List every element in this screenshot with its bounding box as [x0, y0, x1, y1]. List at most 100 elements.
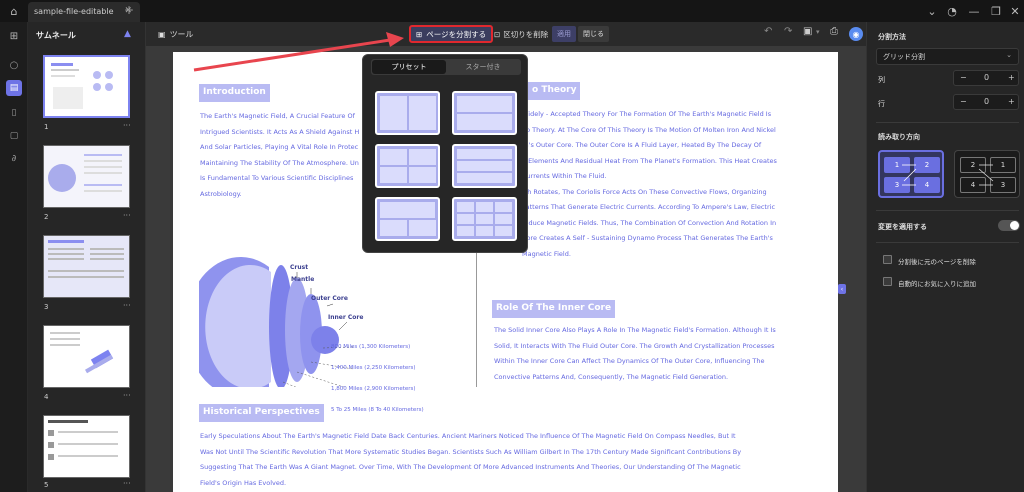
page-thumbnail-4[interactable]: [43, 325, 130, 388]
historical-text: Early Speculations About The Earth's Mag…: [200, 432, 742, 487]
toggle-knob: [1010, 221, 1019, 230]
delete-original-checkbox[interactable]: [883, 255, 892, 264]
plus-icon[interactable]: +: [1008, 73, 1015, 82]
layout-four-quadrants[interactable]: [375, 144, 440, 188]
layout-wide-top-two-bottom[interactable]: [375, 197, 440, 241]
account-icon[interactable]: ◔: [944, 3, 960, 19]
depth-label: 1,400 Miles (2,250 Kilometers): [331, 365, 416, 371]
page-thumbnail-1[interactable]: [43, 55, 130, 118]
attachment-icon[interactable]: ∂: [6, 151, 22, 167]
split-settings-panel: 分割方法 グリッド分割 ⌄ 列 − 0 + 行 − 0 + 読み取り方向 1 2…: [866, 22, 1024, 492]
undo-icon[interactable]: ↶: [764, 26, 772, 37]
layout-two-rows[interactable]: [452, 91, 517, 135]
page-number: 3: [44, 303, 49, 311]
split-method-label: 分割方法: [878, 33, 906, 41]
direction-arrows-icon: [978, 164, 994, 186]
ai-assistant-icon[interactable]: ◉: [849, 27, 863, 41]
chevron-down-icon[interactable]: ▾: [816, 28, 820, 36]
inner-core-label: Inner Core: [328, 314, 364, 321]
divider: [876, 122, 1019, 123]
depth-label: 1,800 Miles (2,900 Kilometers): [331, 386, 416, 392]
direction-arrows-icon: [902, 164, 917, 186]
depth-label: 5 To 25 Miles (8 To 40 Kilometers): [331, 407, 424, 413]
document-tab-title: sample-file-editable: [34, 7, 114, 16]
divider: [876, 242, 1019, 243]
reading-direction-z-option[interactable]: 1 2 3 4: [878, 150, 944, 198]
columns-label: 列: [878, 76, 885, 84]
apply-button[interactable]: 適用: [552, 26, 576, 42]
more-options-icon[interactable]: ···: [123, 211, 131, 220]
minus-icon[interactable]: −: [960, 97, 967, 106]
tab-starred[interactable]: スター付き: [446, 60, 520, 74]
divider: [876, 210, 1019, 211]
collapse-panel-handle[interactable]: ‹: [838, 284, 846, 294]
more-options-icon[interactable]: ···: [123, 121, 131, 130]
split-preset-popup: プリセット スター付き: [362, 54, 528, 253]
chevron-down-icon[interactable]: ⌄: [924, 3, 940, 19]
leader-line: [296, 371, 345, 387]
redo-icon[interactable]: ↷: [784, 26, 792, 37]
minus-icon[interactable]: −: [960, 73, 967, 82]
thumbnail-panel-title: サムネール: [36, 31, 76, 40]
columns-value: 0: [984, 73, 990, 82]
apply-changes-toggle[interactable]: [998, 220, 1020, 231]
remove-split-icon: ⊡: [494, 29, 501, 39]
auto-favorite-label: 自動的にお気に入りに追加: [898, 280, 976, 288]
chevron-down-icon: ⌄: [1006, 51, 1012, 59]
inner-core-text: The Solid Inner Core Also Plays A Role I…: [494, 326, 776, 381]
comment-icon[interactable]: ▢: [6, 128, 22, 144]
close-window-icon[interactable]: ✕: [1007, 3, 1023, 19]
thumbnail-panel: サムネール ▲ 1 ··· 2 ··· 3 ··· 4 ··· 5 ···: [28, 22, 146, 492]
mantle-label: Mantle: [291, 276, 315, 283]
minimize-icon[interactable]: —: [966, 3, 982, 19]
toolbox-icon: ▣: [158, 29, 166, 39]
rows-label: 行: [878, 100, 885, 108]
reading-direction-label: 読み取り方向: [878, 133, 920, 141]
split-method-select[interactable]: グリッド分割 ⌄: [876, 48, 1019, 65]
more-options-icon[interactable]: ···: [123, 301, 131, 310]
section-heading: Role Of The Inner Core: [492, 300, 616, 318]
bookmark-icon[interactable]: ▯: [6, 105, 22, 121]
page-thumbnail-5[interactable]: [43, 415, 130, 478]
preset-tab-switch: プリセット スター付き: [371, 59, 521, 75]
remove-split-label: 区切りを削除: [503, 29, 549, 39]
depth-label: 800 Miles (1,300 Kilometers): [331, 344, 411, 350]
layout-two-columns[interactable]: [375, 91, 440, 135]
page-thumbnails-icon[interactable]: ▤: [6, 80, 22, 96]
more-options-icon[interactable]: ···: [123, 479, 131, 488]
title-bar: ⌂ sample-file-editable ✕ + ⌄ ◔ — ❐ ✕: [0, 0, 1024, 22]
delete-original-label: 分割後に元のページを削除: [898, 258, 976, 266]
page-thumbnail-3[interactable]: [43, 235, 130, 298]
maximize-icon[interactable]: ❐: [988, 3, 1004, 19]
page-thumbnail-2[interactable]: [43, 145, 130, 208]
rows-stepper[interactable]: − 0 +: [953, 94, 1019, 110]
close-button[interactable]: 閉じる: [578, 26, 609, 42]
home-icon[interactable]: ⌂: [6, 3, 22, 19]
crust-label: Crust: [290, 264, 309, 271]
layout-three-by-three-grid[interactable]: [452, 197, 517, 241]
pin-icon[interactable]: ▲: [124, 29, 131, 39]
remove-split-button[interactable]: ⊡ 区切りを削除: [490, 26, 552, 42]
save-icon[interactable]: ▣: [803, 26, 812, 37]
split-page-button-label: ページを分割する: [426, 29, 487, 39]
section-heading: Historical Perspectives: [199, 404, 324, 422]
auto-favorite-checkbox[interactable]: [883, 277, 892, 286]
print-icon[interactable]: ⎙: [830, 26, 838, 37]
rows-value: 0: [984, 97, 990, 106]
dynamo-text: Widely - Accepted Theory For The Formati…: [522, 110, 777, 258]
leader-line: [338, 321, 348, 331]
page-number: 4: [44, 393, 49, 401]
plus-icon[interactable]: +: [1008, 97, 1015, 106]
grid-view-icon[interactable]: ⊞: [6, 28, 22, 44]
search-icon[interactable]: ○: [6, 57, 22, 73]
new-tab-icon[interactable]: +: [124, 3, 134, 17]
section-heading: o Theory: [528, 82, 581, 100]
columns-stepper[interactable]: − 0 +: [953, 70, 1019, 86]
split-page-button[interactable]: ⊞ ページを分割する: [409, 25, 494, 43]
layout-three-rows[interactable]: [452, 144, 517, 188]
apply-changes-label: 変更を適用する: [878, 223, 927, 231]
reading-direction-reverse-z-option[interactable]: 2 1 4 3: [954, 150, 1020, 198]
more-options-icon[interactable]: ···: [123, 391, 131, 400]
tab-preset[interactable]: プリセット: [372, 60, 446, 74]
page-number: 2: [44, 213, 49, 221]
